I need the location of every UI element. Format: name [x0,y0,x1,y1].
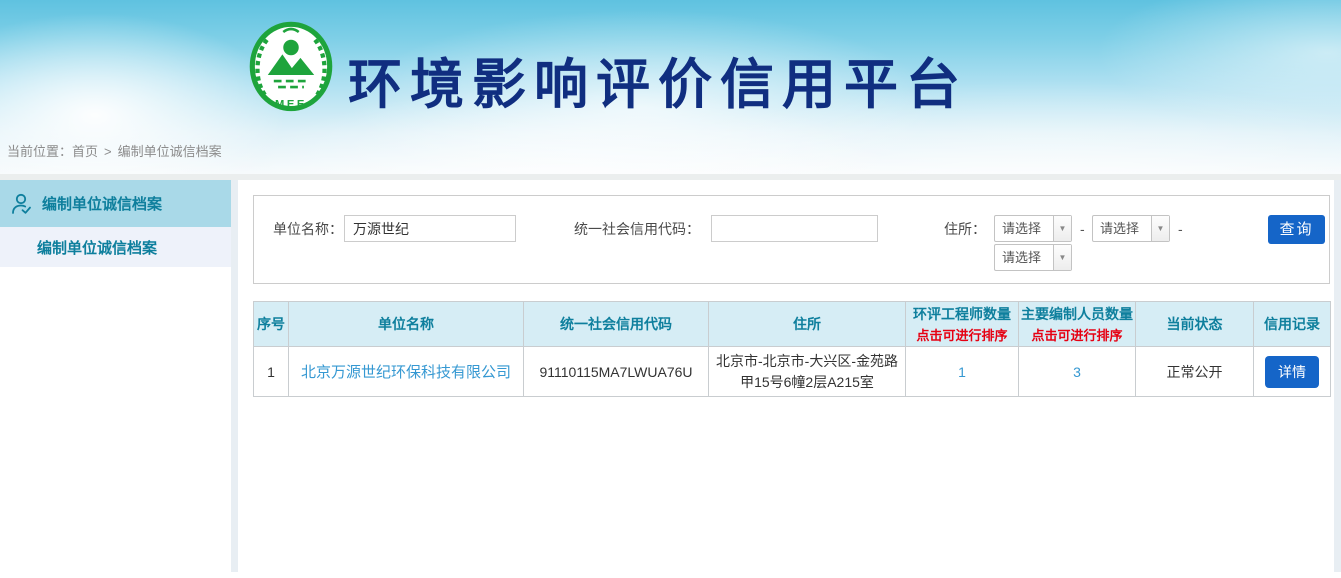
col-header-staff-count-label: 主要编制人员数量 [1021,304,1133,324]
cell-credit-code: 91110115MA7LWUA76U [524,347,709,397]
col-header-engineer-count-label: 环评工程师数量 [908,304,1016,324]
credit-code-input[interactable] [711,215,878,242]
sidebar-content-divider [231,180,238,572]
city-select-value: 请选择 [1093,216,1151,241]
sidebar-subitem-unit-credit-archive[interactable]: 编制单位诚信档案 [0,227,231,267]
result-table: 序号 单位名称 统一社会信用代码 住所 环评工程师数量 点击可进行排序 主要编制… [253,301,1331,397]
district-select-button[interactable]: ▼ [1053,245,1071,270]
address-dash-1: - [1080,215,1085,243]
cell-address: 北京市-北京市-大兴区-金苑路甲15号6幢2层A215室 [709,347,906,397]
breadcrumb-home-link[interactable]: 首页 [72,144,98,159]
col-header-address: 住所 [709,302,906,347]
engineer-count-link[interactable]: 1 [958,364,966,380]
company-name-input[interactable] [344,215,516,242]
mee-logo-icon: MEE [248,20,334,118]
address-text: 北京市-北京市-大兴区-金苑路甲15号6幢2层A215室 [713,351,901,392]
staff-count-link[interactable]: 3 [1073,364,1081,380]
chevron-down-icon: ▼ [1059,225,1067,233]
breadcrumb-current: 编制单位诚信档案 [118,144,222,159]
credit-code-label: 统一社会信用代码： [574,215,700,243]
detail-button[interactable]: 详情 [1265,356,1319,388]
province-select[interactable]: 请选择 ▼ [994,215,1072,242]
sidebar: 编制单位诚信档案 编制单位诚信档案 [0,180,231,572]
chevron-down-icon: ▼ [1059,254,1067,262]
district-select[interactable]: 请选择 ▼ [994,244,1072,271]
main-area: 编制单位诚信档案 编制单位诚信档案 单位名称： 统一社会信用代码： 住所： 请选… [0,180,1341,572]
col-header-engineer-count[interactable]: 环评工程师数量 点击可进行排序 [906,302,1019,347]
page: MEE 环境影响评价信用平台 当前位置：首页 > 编制单位诚信档案 编制单位诚信档案… [0,0,1341,578]
cell-engineer-count: 1 [906,347,1019,397]
staff-count-sort-hint[interactable]: 点击可进行排序 [1021,325,1133,344]
province-select-button[interactable]: ▼ [1053,216,1071,241]
logo-text: MEE [275,99,307,111]
page-title: 环境影响评价信用平台 [348,40,968,119]
address-label: 住所： [944,215,986,243]
query-button[interactable]: 查询 [1268,215,1325,244]
cell-staff-count: 3 [1019,347,1136,397]
city-select[interactable]: 请选择 ▼ [1092,215,1170,242]
col-header-staff-count[interactable]: 主要编制人员数量 点击可进行排序 [1019,302,1136,347]
address-dash-2: - [1178,215,1183,243]
breadcrumb-separator: > [104,144,112,159]
col-header-credit-record: 信用记录 [1254,302,1331,347]
district-select-value: 请选择 [995,245,1053,270]
province-select-value: 请选择 [995,216,1053,241]
company-link[interactable]: 北京万源世纪环保科技有限公司 [301,364,511,381]
chevron-down-icon: ▼ [1157,225,1165,233]
user-check-icon [9,192,33,216]
sidebar-subitem-label: 编制单位诚信档案 [37,237,157,258]
site-header: MEE 环境影响评价信用平台 当前位置：首页 > 编制单位诚信档案 [0,0,1341,180]
col-header-status: 当前状态 [1136,302,1254,347]
col-header-index: 序号 [254,302,289,347]
content-area: 单位名称： 统一社会信用代码： 住所： 请选择 ▼ - 请选择 ▼ - 请选择 … [238,180,1334,572]
table-header-row: 序号 单位名称 统一社会信用代码 住所 环评工程师数量 点击可进行排序 主要编制… [254,302,1331,347]
col-header-company: 单位名称 [289,302,524,347]
company-name-label: 单位名称： [273,215,343,243]
sidebar-item-unit-credit-archive[interactable]: 编制单位诚信档案 [0,180,231,227]
engineer-count-sort-hint[interactable]: 点击可进行排序 [908,325,1016,344]
cell-index: 1 [254,347,289,397]
breadcrumb-prefix: 当前位置： [7,144,72,159]
breadcrumb: 当前位置：首页 > 编制单位诚信档案 [7,141,222,160]
table-row: 1 北京万源世纪环保科技有限公司 91110115MA7LWUA76U 北京市-… [254,347,1331,397]
cell-company: 北京万源世纪环保科技有限公司 [289,347,524,397]
cell-credit-record: 详情 [1254,347,1331,397]
col-header-credit-code: 统一社会信用代码 [524,302,709,347]
cell-status: 正常公开 [1136,347,1254,397]
city-select-button[interactable]: ▼ [1151,216,1169,241]
sidebar-item-label: 编制单位诚信档案 [42,193,162,214]
search-panel: 单位名称： 统一社会信用代码： 住所： 请选择 ▼ - 请选择 ▼ - 请选择 … [253,195,1330,284]
